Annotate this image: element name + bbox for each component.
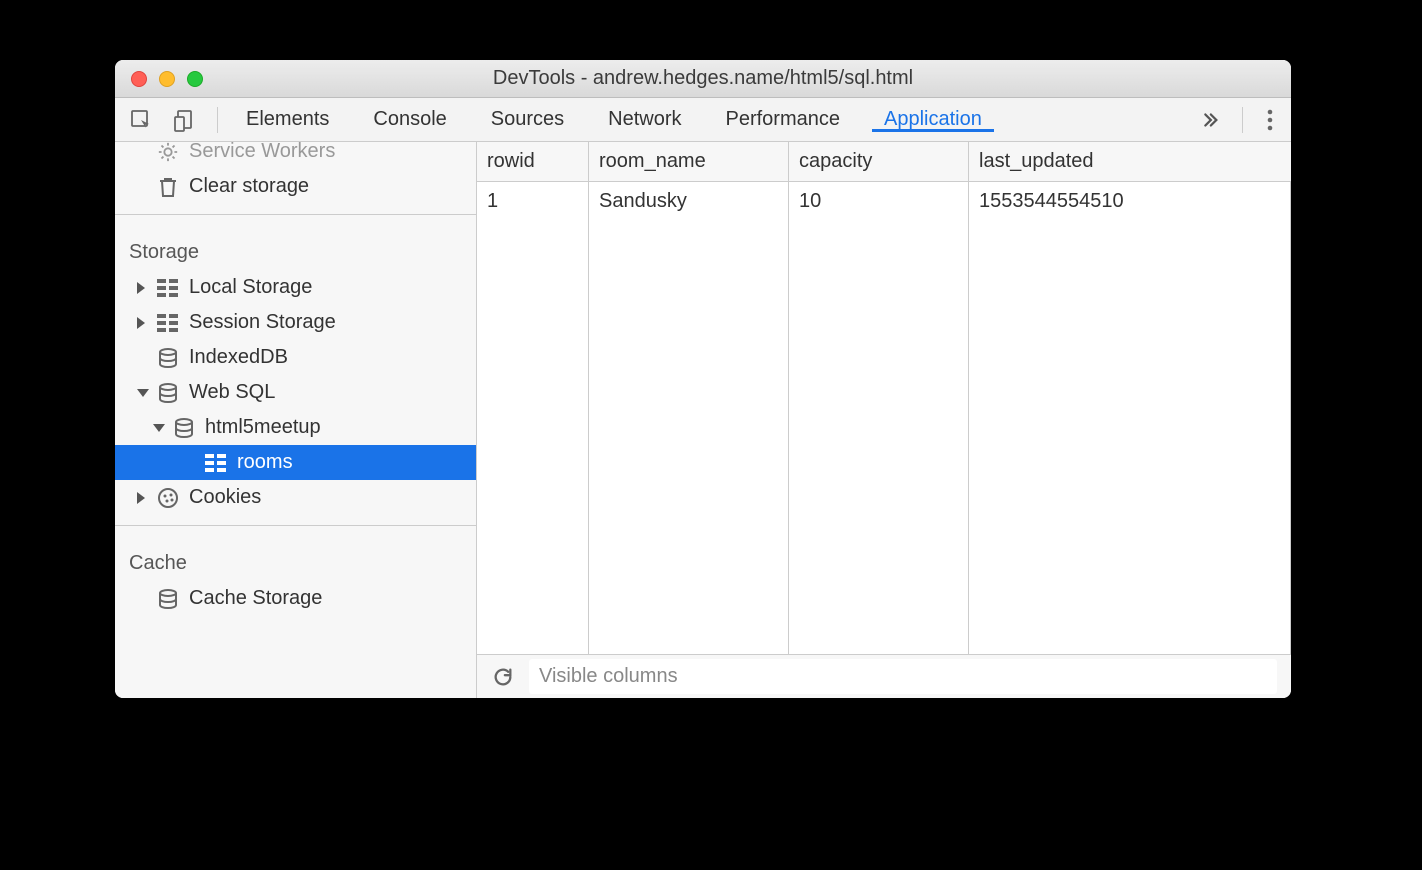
table-icon (205, 452, 227, 474)
application-sidebar: Service Workers Clear storage Storage Lo… (115, 142, 477, 698)
toolbar-divider-2 (1242, 107, 1243, 133)
tab-network[interactable]: Network (586, 108, 703, 131)
cell-room-name[interactable]: Sandusky (589, 182, 789, 654)
cell-rowid[interactable]: 1 (477, 182, 589, 654)
column-header-room-name[interactable]: room_name (589, 142, 789, 181)
more-tabs-icon[interactable] (1182, 109, 1236, 131)
sidebar-item-clear-storage[interactable]: Clear storage (115, 169, 476, 204)
tab-console[interactable]: Console (351, 108, 468, 131)
cell-last-updated[interactable]: 1553544554510 (969, 182, 1291, 654)
data-panel: rowid room_name capacity last_updated 1 … (477, 142, 1291, 698)
sidebar-item-local-storage[interactable]: Local Storage (115, 270, 476, 305)
sidebar-heading-storage: Storage (115, 225, 476, 270)
expand-arrow-icon (137, 317, 145, 329)
expand-arrow-icon (137, 282, 145, 294)
column-header-last-updated[interactable]: last_updated (969, 142, 1291, 181)
window-controls (131, 71, 203, 87)
device-toolbar-icon[interactable] (171, 106, 199, 134)
sidebar-label: Service Workers (189, 142, 335, 163)
sidebar-label: Cache Storage (189, 587, 322, 610)
sidebar-heading-cache: Cache (115, 536, 476, 581)
sidebar-item-table-rooms[interactable]: rooms (115, 445, 476, 480)
sidebar-divider (115, 214, 476, 215)
devtools-window: DevTools - andrew.hedges.name/html5/sql.… (115, 60, 1291, 698)
column-header-capacity[interactable]: capacity (789, 142, 969, 181)
sidebar-divider (115, 525, 476, 526)
visible-columns-input[interactable] (529, 659, 1277, 694)
database-icon (157, 382, 179, 404)
sidebar-item-service-workers[interactable]: Service Workers (115, 142, 476, 169)
tab-elements[interactable]: Elements (224, 108, 351, 131)
database-icon (157, 347, 179, 369)
database-icon (157, 588, 179, 610)
sidebar-item-database[interactable]: html5meetup (115, 410, 476, 445)
table-icon (157, 312, 179, 334)
close-window-button[interactable] (131, 71, 147, 87)
sidebar-item-cookies[interactable]: Cookies (115, 480, 476, 515)
tab-sources[interactable]: Sources (469, 108, 586, 131)
column-header-rowid[interactable]: rowid (477, 142, 589, 181)
sidebar-item-session-storage[interactable]: Session Storage (115, 305, 476, 340)
tab-performance[interactable]: Performance (704, 108, 863, 131)
sidebar-label: Session Storage (189, 311, 336, 334)
sidebar-item-web-sql[interactable]: Web SQL (115, 375, 476, 410)
window-title: DevTools - andrew.hedges.name/html5/sql.… (115, 67, 1291, 90)
trash-icon (157, 176, 179, 198)
data-grid-footer (477, 654, 1291, 698)
toolbar-divider (217, 107, 218, 133)
data-grid-header: rowid room_name capacity last_updated (477, 142, 1291, 182)
sidebar-label: Clear storage (189, 175, 309, 198)
content-area: Service Workers Clear storage Storage Lo… (115, 142, 1291, 698)
data-grid-body: 1 Sandusky 10 1553544554510 (477, 182, 1291, 654)
devtools-toolbar: Elements Console Sources Network Perform… (115, 98, 1291, 142)
data-grid: rowid room_name capacity last_updated 1 … (477, 142, 1291, 654)
database-icon (173, 417, 195, 439)
table-icon (157, 277, 179, 299)
cookie-icon (157, 487, 179, 509)
cell-capacity[interactable]: 10 (789, 182, 969, 654)
maximize-window-button[interactable] (187, 71, 203, 87)
sidebar-label: rooms (237, 451, 293, 474)
titlebar: DevTools - andrew.hedges.name/html5/sql.… (115, 60, 1291, 98)
tab-application[interactable]: Application (862, 108, 1004, 131)
gear-icon (157, 142, 179, 163)
expand-arrow-icon (137, 492, 145, 504)
sidebar-label: html5meetup (205, 416, 321, 439)
collapse-arrow-icon (137, 389, 149, 397)
minimize-window-button[interactable] (159, 71, 175, 87)
sidebar-label: IndexedDB (189, 346, 288, 369)
sidebar-label: Local Storage (189, 276, 312, 299)
sidebar-item-cache-storage[interactable]: Cache Storage (115, 581, 476, 616)
collapse-arrow-icon (153, 424, 165, 432)
sidebar-item-indexeddb[interactable]: IndexedDB (115, 340, 476, 375)
inspect-element-icon[interactable] (127, 106, 155, 134)
sidebar-label: Cookies (189, 486, 261, 509)
sidebar-label: Web SQL (189, 381, 275, 404)
settings-menu-icon[interactable] (1249, 109, 1291, 131)
refresh-button[interactable] (491, 665, 515, 689)
